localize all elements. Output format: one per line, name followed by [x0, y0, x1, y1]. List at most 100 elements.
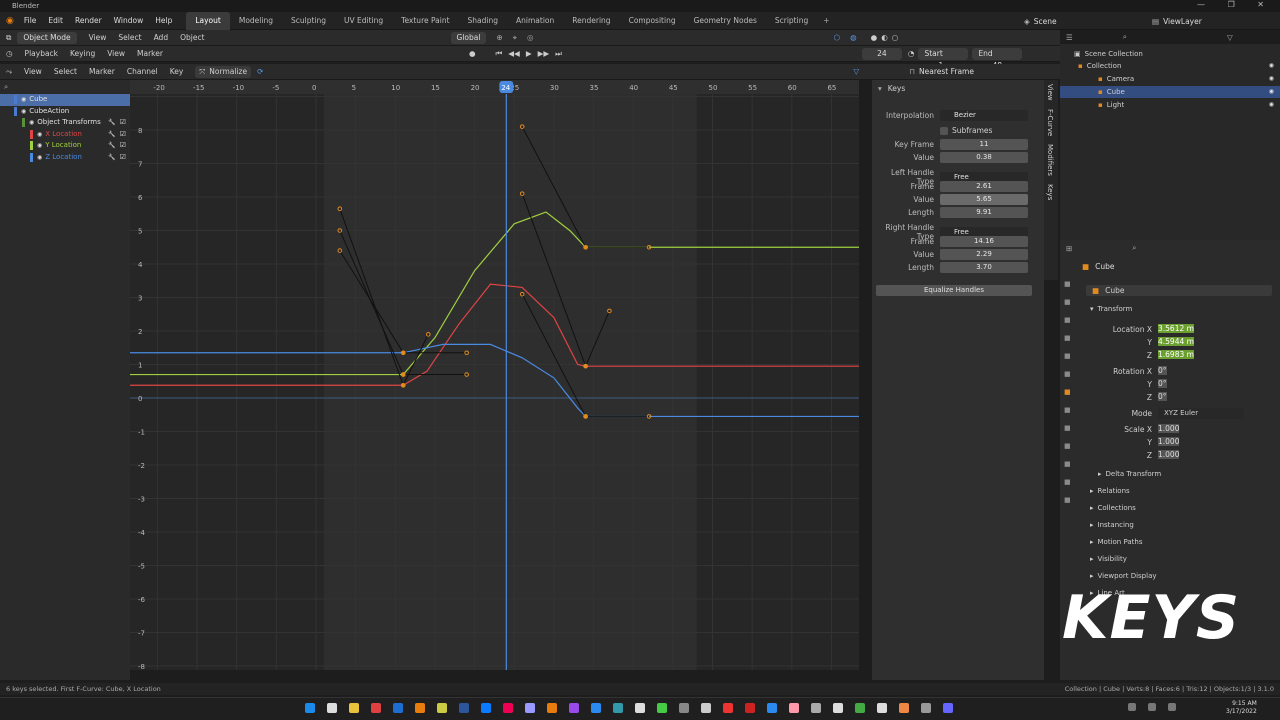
right-value-field[interactable]: 2.29	[940, 249, 1028, 260]
graph-canvas[interactable]: 876543210-1-2-3-4-5-6-7-8	[130, 80, 859, 670]
taskbar-app-icon[interactable]	[767, 703, 777, 713]
workspace-tab-layout[interactable]: Layout	[186, 11, 230, 30]
taskbar-app-icon[interactable]	[503, 703, 513, 713]
system-clock[interactable]: 9:15 AM 3/17/2022	[1226, 700, 1257, 716]
channel-row[interactable]: ◉ X Location 🔧 ☑	[0, 129, 130, 141]
channel-edit-icon[interactable]: 🔧	[108, 117, 115, 129]
rotation-y-field[interactable]: 0°	[1158, 379, 1167, 388]
channel-edit-icon[interactable]: 🔧	[108, 140, 115, 152]
graph-menu-view[interactable]: View	[18, 64, 48, 80]
channel-row[interactable]: ◉ Z Location 🔧 ☑	[0, 152, 130, 164]
proportional-icon[interactable]: ◎	[527, 33, 534, 42]
left-length-field[interactable]: 9.91	[940, 207, 1028, 218]
tray-icon[interactable]	[1128, 703, 1136, 711]
start-frame-field[interactable]: Start 1	[918, 47, 969, 70]
workspace-tab-sculpting[interactable]: Sculpting	[282, 12, 335, 30]
channel-visibility-icon[interactable]: ◉	[21, 106, 26, 118]
keyframe-field[interactable]: 11	[940, 139, 1028, 150]
end-frame-field[interactable]: End 48	[972, 47, 1023, 70]
taskbar-app-icon[interactable]	[679, 703, 689, 713]
viewlayer-selector[interactable]: ▤ ViewLayer	[1152, 14, 1202, 28]
properties-tab-render-icon[interactable]: ■	[1064, 298, 1076, 316]
taskbar-app-icon[interactable]	[833, 703, 843, 713]
prev-key-icon[interactable]: ◀◀	[508, 49, 520, 58]
viewport-menu-object[interactable]: Object	[174, 30, 210, 46]
channel-check-icon[interactable]: ☑	[120, 117, 126, 129]
outliner-search-icon[interactable]: ⌕	[1123, 32, 1127, 42]
taskbar-app-icon[interactable]	[701, 703, 711, 713]
rotation-mode-dropdown[interactable]: XYZ Euler	[1158, 408, 1244, 419]
channel-row[interactable]: ◉ CubeAction	[0, 106, 130, 118]
scale-y-field[interactable]: 1.000	[1158, 437, 1180, 446]
viewport-menu-view[interactable]: View	[83, 30, 113, 46]
channel-check-icon[interactable]: ☑	[120, 152, 126, 164]
sidebar-tab-f-curve[interactable]: F-Curve	[1044, 105, 1056, 140]
menu-edit[interactable]: Edit	[42, 12, 69, 30]
channel-check-icon[interactable]: ☑	[120, 129, 126, 141]
keys-panel-header[interactable]: ▾ Keys	[878, 84, 905, 93]
overlay-icon[interactable]: ◍	[850, 33, 857, 42]
taskbar-app-icon[interactable]	[327, 703, 337, 713]
outliner-item[interactable]: ▪ Light ◉	[1060, 99, 1280, 111]
outliner-editor-icon[interactable]: ☰	[1066, 33, 1073, 42]
network-icon[interactable]	[1148, 703, 1156, 711]
right-frame-field[interactable]: 14.16	[940, 236, 1028, 247]
visibility-eye-icon[interactable]: ◉	[1269, 60, 1274, 72]
channel-visibility-icon[interactable]: ◉	[21, 94, 26, 106]
properties-tab-constraints-icon[interactable]: ■	[1064, 460, 1076, 478]
section-collections[interactable]: ▸ Collections	[1090, 504, 1136, 512]
outliner-item[interactable]: ▪ Cube ◉	[1060, 86, 1280, 98]
taskbar-app-icon[interactable]	[547, 703, 557, 713]
properties-tab-material-icon[interactable]: ■	[1064, 496, 1076, 514]
editor-type-icon[interactable]: ⧉	[0, 33, 17, 43]
add-workspace-icon[interactable]: +	[817, 16, 835, 25]
jump-start-icon[interactable]: ⏮	[496, 49, 503, 59]
object-data-field[interactable]: ■ Cube	[1086, 285, 1272, 296]
scale-z-field[interactable]: 1.000	[1158, 450, 1180, 459]
workspace-tab-shading[interactable]: Shading	[459, 12, 507, 30]
taskbar-app-icon[interactable]	[415, 703, 425, 713]
workspace-tab-scripting[interactable]: Scripting	[766, 12, 817, 30]
taskbar-app-icon[interactable]	[877, 703, 887, 713]
taskbar-app-icon[interactable]	[745, 703, 755, 713]
menu-window[interactable]: Window	[108, 12, 150, 30]
value-field[interactable]: 0.38	[940, 152, 1028, 163]
visibility-eye-icon[interactable]: ◉	[1269, 99, 1274, 111]
taskbar-app-icon[interactable]	[635, 703, 645, 713]
viewport-menu-select[interactable]: Select	[112, 30, 147, 46]
timeline-menu-playback[interactable]: Playback	[19, 46, 64, 62]
section-instancing[interactable]: ▸ Instancing	[1090, 521, 1134, 529]
graph-menu-channel[interactable]: Channel	[121, 64, 164, 80]
graph-editor-icon[interactable]: ⤳	[0, 67, 18, 77]
volume-icon[interactable]	[1168, 703, 1176, 711]
taskbar-app-icon[interactable]	[657, 703, 667, 713]
section-visibility[interactable]: ▸ Visibility	[1090, 555, 1127, 563]
left-value-field[interactable]: 5.65	[940, 194, 1028, 205]
menu-file[interactable]: File	[18, 12, 43, 30]
taskbar-app-icon[interactable]	[789, 703, 799, 713]
taskbar-app-icon[interactable]	[921, 703, 931, 713]
channel-check-icon[interactable]: ☑	[120, 140, 126, 152]
section-relations[interactable]: ▸ Relations	[1090, 487, 1130, 495]
record-icon[interactable]: ●	[469, 49, 476, 58]
window-controls[interactable]: — ❐ ✕	[1197, 0, 1274, 9]
section-viewport-display[interactable]: ▸ Viewport Display	[1090, 572, 1157, 580]
normalize-toggle[interactable]: ⤧ Normalize	[195, 65, 252, 78]
outliner-item[interactable]: ▪ Collection ◉	[1060, 60, 1280, 72]
taskbar-app-icon[interactable]	[459, 703, 469, 713]
keyframe-point[interactable]	[401, 350, 406, 355]
channel-visibility-icon[interactable]: ◉	[29, 117, 34, 129]
scale-x-field[interactable]: 1.000	[1158, 424, 1180, 433]
next-key-icon[interactable]: ▶▶	[538, 49, 550, 58]
location-x-field[interactable]: 3.5612 m	[1158, 324, 1194, 333]
outliner-item[interactable]: ▪ Camera ◉	[1060, 73, 1280, 85]
channel-visibility-icon[interactable]: ◉	[37, 140, 42, 152]
play-icon[interactable]: ▶	[526, 49, 532, 58]
channel-row[interactable]: ◉ Y Location 🔧 ☑	[0, 140, 130, 152]
taskbar-app-icon[interactable]	[481, 703, 491, 713]
shading-material-icon[interactable]: ◐	[881, 33, 888, 42]
taskbar-app-icon[interactable]	[525, 703, 535, 713]
taskbar-app-icon[interactable]	[899, 703, 909, 713]
location-z-field[interactable]: 1.6983 m	[1158, 350, 1194, 359]
workspace-tab-texture-paint[interactable]: Texture Paint	[392, 12, 458, 30]
